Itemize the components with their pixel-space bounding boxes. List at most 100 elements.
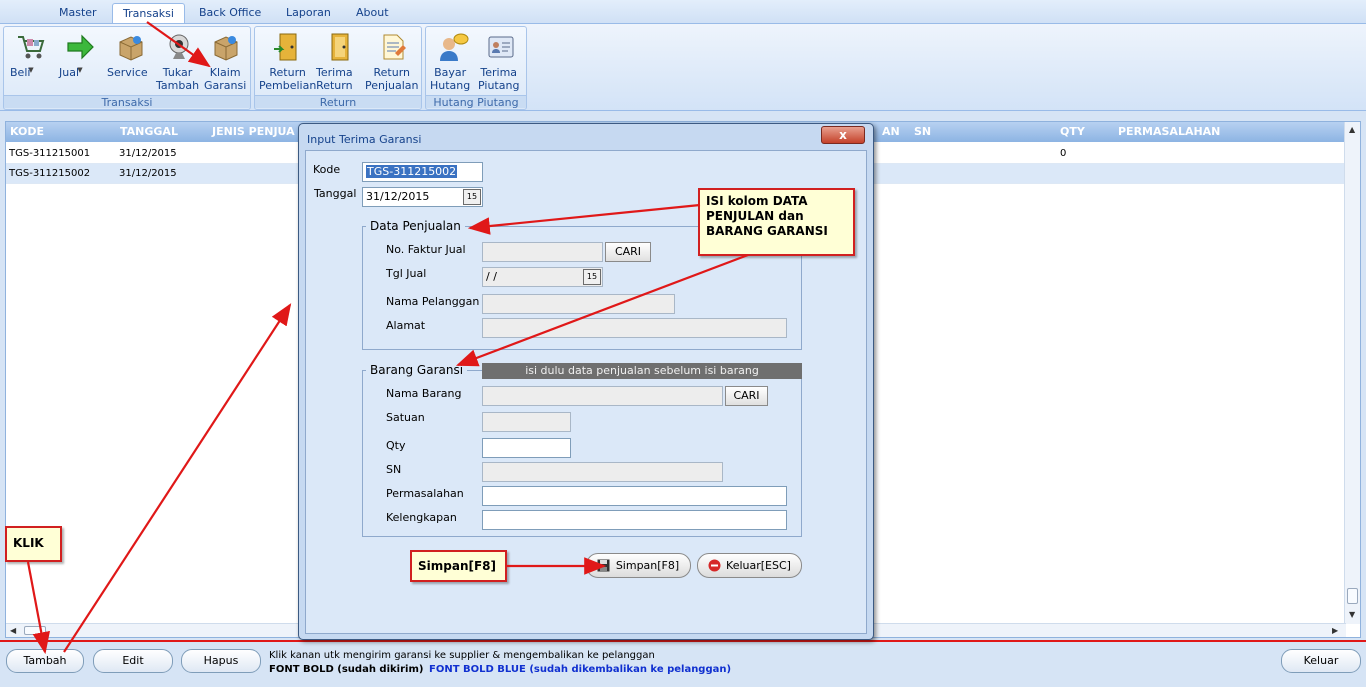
ribbon-group-hutang-piutang: Bayar Hutang Terima Piutang Hutang Piuta…	[425, 26, 527, 110]
hapus-button[interactable]: Hapus	[181, 649, 261, 673]
webcam-icon	[169, 34, 189, 59]
column-header-qty[interactable]: QTY	[1060, 125, 1085, 138]
scroll-thumb[interactable]	[1347, 588, 1358, 604]
scroll-left-icon[interactable]: ◀	[10, 626, 16, 635]
kode-label: Kode	[313, 163, 341, 176]
cancel-icon	[708, 559, 721, 572]
nama-pelanggan-label: Nama Pelanggan	[386, 295, 480, 308]
no-faktur-label: No. Faktur Jual	[386, 243, 466, 256]
id-card-icon	[488, 36, 514, 58]
alamat-field[interactable]	[482, 318, 787, 338]
tgl-jual-label: Tgl Jual	[386, 267, 427, 280]
cari-faktur-button[interactable]: CARI	[605, 242, 651, 262]
qty-label: Qty	[386, 439, 406, 452]
simpan-button[interactable]: Simpan[F8]	[586, 553, 691, 578]
bayar-hutang-button[interactable]: Bayar Hutang	[430, 29, 476, 95]
column-header-kode[interactable]: KODE	[10, 125, 44, 138]
kelengkapan-label: Kelengkapan	[386, 511, 457, 524]
no-faktur-field[interactable]	[482, 242, 603, 262]
column-header-an[interactable]: AN	[882, 125, 900, 138]
calendar-icon[interactable]: 15	[463, 189, 481, 205]
permasalahan-field[interactable]	[482, 486, 787, 506]
tgl-jual-field[interactable]: / / 15	[482, 267, 603, 287]
box-icon	[214, 36, 238, 61]
column-header-sn[interactable]: SN	[914, 125, 931, 138]
hint-bold-blue-text: FONT BOLD BLUE (sudah dikembalikan ke pe…	[429, 664, 732, 675]
scroll-down-icon[interactable]: ▼	[1349, 610, 1355, 619]
green-arrow-icon	[67, 34, 94, 60]
jual-button[interactable]: Jual ▼	[59, 29, 101, 95]
menu-bar: Master Transaksi Back Office Laporan Abo…	[0, 0, 1366, 24]
document-icon	[383, 34, 406, 60]
cell-tanggal: 31/12/2015	[119, 148, 177, 159]
barang-garansi-legend: Barang Garansi	[366, 363, 468, 377]
tanggal-field[interactable]: 31/12/2015 15	[362, 187, 483, 207]
annotation-klik: KLIK	[5, 526, 62, 562]
klaim-garansi-button[interactable]: Klaim Garansi	[204, 29, 248, 95]
kode-field[interactable]: TGS-311215002	[362, 162, 483, 182]
ribbon-group-return: Return Pembelian Terima Return Return Pe…	[254, 26, 422, 110]
edit-button[interactable]: Edit	[93, 649, 173, 673]
keluar-esc-button[interactable]: Keluar[ESC]	[697, 553, 802, 578]
cell-qty: 0	[1060, 148, 1067, 159]
floppy-disk-icon	[597, 559, 610, 572]
return-pembelian-button[interactable]: Return Pembelian	[259, 29, 316, 95]
door-return-icon	[274, 33, 297, 61]
keluar-button[interactable]: Keluar	[1281, 649, 1361, 673]
satuan-field[interactable]	[482, 412, 571, 432]
close-button[interactable]: x	[821, 126, 865, 144]
door-receive-icon	[331, 33, 349, 61]
dialog-title: Input Terima Garansi	[307, 133, 422, 146]
nama-barang-label: Nama Barang	[386, 387, 462, 400]
menu-tab-about[interactable]: About	[346, 3, 399, 24]
column-header-tanggal[interactable]: TANGGAL	[120, 125, 178, 138]
sn-label: SN	[386, 463, 402, 476]
tukar-tambah-button[interactable]: Tukar Tambah	[156, 29, 202, 95]
column-header-permasalahan[interactable]: PERMASALAHAN	[1118, 125, 1220, 138]
satuan-label: Satuan	[386, 411, 425, 424]
tambah-button[interactable]: Tambah	[6, 649, 84, 673]
ribbon-group-label: Transaksi	[4, 95, 250, 109]
scroll-up-icon[interactable]: ▲	[1349, 125, 1355, 134]
ribbon-group-label: Return	[255, 95, 421, 109]
permasalahan-label: Permasalahan	[386, 487, 464, 500]
menu-tab-back-office[interactable]: Back Office	[189, 3, 271, 24]
box-icon	[119, 36, 143, 61]
alamat-label: Alamat	[386, 319, 426, 332]
person-speech-icon	[440, 33, 469, 61]
hint-bold-text: FONT BOLD (sudah dikirim)	[269, 664, 424, 675]
kelengkapan-field[interactable]	[482, 510, 787, 530]
hint-text: Klik kanan utk mengirim garansi ke suppl…	[269, 650, 655, 661]
nama-barang-field[interactable]	[482, 386, 723, 406]
cell-kode: TGS-311215001	[9, 148, 91, 159]
calendar-icon[interactable]: 15	[583, 269, 601, 285]
terima-return-button[interactable]: Terima Return	[316, 29, 364, 95]
terima-piutang-button[interactable]: Terima Piutang	[478, 29, 524, 95]
menu-tab-laporan[interactable]: Laporan	[276, 3, 341, 24]
cart-icon	[18, 36, 45, 59]
annotation-isi-kolom: ISI kolom DATA PENJULAN dan BARANG GARAN…	[698, 188, 855, 256]
scroll-thumb[interactable]	[24, 626, 46, 635]
return-penjualan-button[interactable]: Return Penjualan	[365, 29, 421, 95]
menu-tab-transaksi[interactable]: Transaksi	[112, 3, 185, 24]
ribbon-group-transaksi: Beli ▼ Jual ▼ Service Tukar Tambah Klaim…	[3, 26, 251, 110]
cari-barang-button[interactable]: CARI	[725, 386, 768, 406]
column-header-jenis-penjualan[interactable]: JENIS PENJUA	[212, 125, 295, 138]
scroll-right-icon[interactable]: ▶	[1332, 626, 1338, 635]
divider	[0, 640, 1366, 642]
cell-kode: TGS-311215002	[9, 168, 91, 179]
beli-button[interactable]: Beli ▼	[10, 29, 52, 95]
qty-field[interactable]	[482, 438, 571, 458]
annotation-simpan: Simpan[F8]	[410, 550, 507, 582]
ribbon-group-label: Hutang Piutang	[426, 95, 526, 109]
menu-tab-master[interactable]: Master	[49, 3, 107, 24]
ribbon: Beli ▼ Jual ▼ Service Tukar Tambah Klaim…	[0, 23, 1366, 111]
tanggal-label: Tanggal	[314, 187, 357, 200]
nama-pelanggan-field[interactable]	[482, 294, 675, 314]
sn-field[interactable]	[482, 462, 723, 482]
info-banner: isi dulu data penjualan sebelum isi bara…	[482, 363, 802, 379]
close-icon: x	[839, 128, 847, 142]
service-button[interactable]: Service	[107, 29, 155, 95]
vertical-scrollbar[interactable]: ▲ ▼	[1344, 122, 1360, 624]
cell-tanggal: 31/12/2015	[119, 168, 177, 179]
